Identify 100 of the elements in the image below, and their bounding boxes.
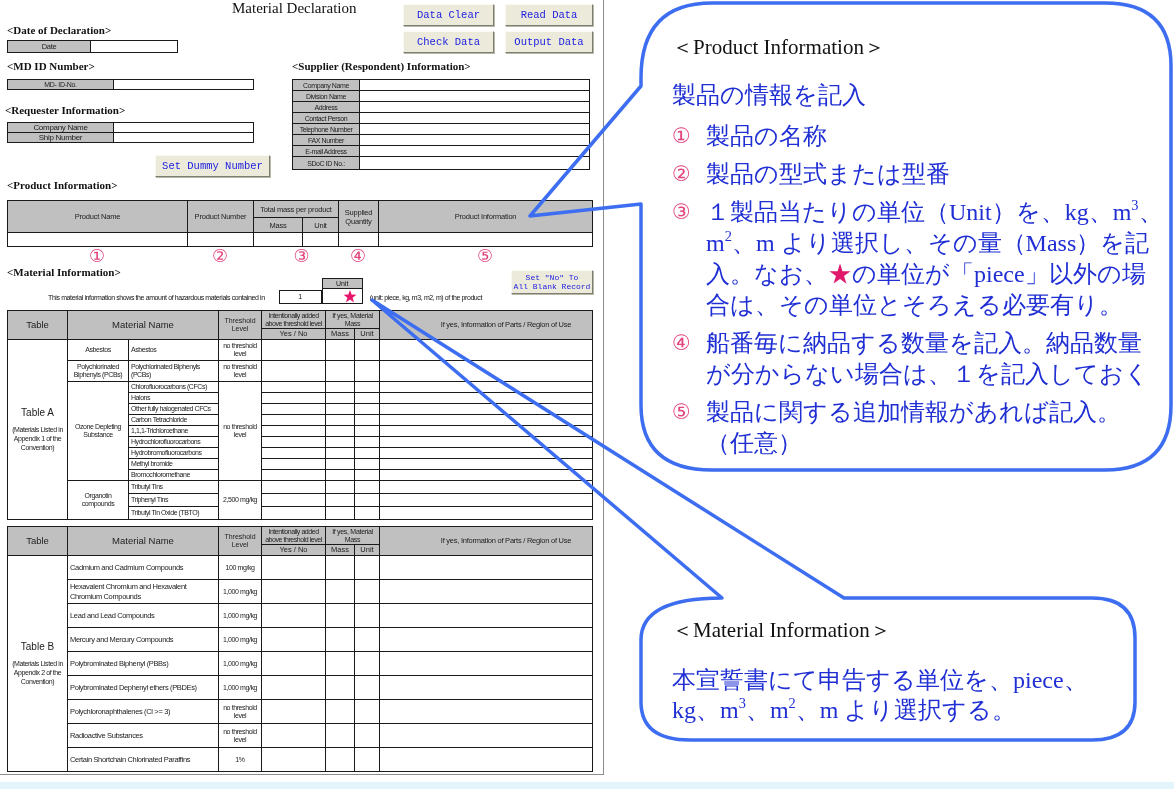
input-field[interactable] — [261, 480, 326, 494]
input-field[interactable] — [325, 436, 355, 448]
input-field[interactable] — [113, 122, 254, 133]
input-field[interactable] — [354, 675, 380, 700]
set-dummy-button[interactable]: Set Dummy Number — [155, 155, 270, 177]
input-field[interactable] — [354, 339, 380, 361]
input-field[interactable] — [325, 447, 355, 459]
input-field[interactable] — [359, 123, 590, 135]
input-field[interactable] — [354, 403, 380, 415]
input-field[interactable] — [354, 447, 380, 459]
input-field[interactable] — [379, 506, 593, 520]
input-field[interactable] — [379, 425, 593, 437]
input-field[interactable] — [379, 392, 593, 404]
input-field[interactable] — [354, 651, 380, 676]
input-field[interactable] — [379, 458, 593, 470]
input-field[interactable] — [325, 381, 355, 393]
input-field[interactable] — [379, 675, 593, 700]
input-field[interactable] — [354, 699, 380, 724]
input-field[interactable] — [379, 723, 593, 748]
input-field[interactable] — [325, 651, 355, 676]
input-field[interactable] — [354, 480, 380, 494]
input-field[interactable] — [261, 723, 326, 748]
action-button[interactable]: Check Data — [403, 31, 494, 53]
input-field[interactable] — [325, 403, 355, 415]
input-field[interactable] — [379, 699, 593, 724]
input-field[interactable] — [261, 493, 326, 507]
input-field[interactable] — [325, 392, 355, 404]
input-field[interactable] — [379, 381, 593, 393]
input-field[interactable] — [354, 458, 380, 470]
input-field[interactable] — [359, 101, 590, 113]
input-field[interactable] — [261, 675, 326, 700]
input-field[interactable] — [354, 469, 380, 481]
input-field[interactable] — [325, 579, 355, 604]
input-field[interactable] — [379, 360, 593, 382]
input-field[interactable] — [325, 425, 355, 437]
input-field[interactable] — [90, 40, 178, 53]
input-field[interactable] — [379, 339, 593, 361]
action-button[interactable]: Output Data — [505, 31, 593, 53]
input-field[interactable] — [325, 458, 355, 470]
input-field[interactable] — [359, 112, 590, 124]
input-field[interactable] — [379, 651, 593, 676]
input-field[interactable] — [325, 627, 355, 652]
input-field[interactable] — [325, 469, 355, 481]
input-field[interactable] — [261, 579, 326, 604]
input-field[interactable] — [261, 506, 326, 520]
input-field[interactable] — [261, 414, 326, 426]
input-field[interactable] — [325, 699, 355, 724]
input-field[interactable] — [325, 723, 355, 748]
input-field[interactable] — [261, 469, 326, 481]
input-field[interactable] — [379, 480, 593, 494]
input-field[interactable] — [354, 555, 380, 580]
input-field[interactable] — [379, 627, 593, 652]
action-button[interactable]: Read Data — [505, 4, 593, 26]
input-field[interactable] — [379, 603, 593, 628]
input-field[interactable] — [325, 603, 355, 628]
input-field[interactable] — [325, 506, 355, 520]
input-field[interactable] — [261, 392, 326, 404]
input-field[interactable] — [354, 506, 380, 520]
input-field[interactable] — [354, 436, 380, 448]
input-field[interactable] — [354, 493, 380, 507]
input-field[interactable] — [261, 555, 326, 580]
input-field[interactable] — [354, 360, 380, 382]
input-field[interactable] — [325, 414, 355, 426]
input-field[interactable] — [261, 360, 326, 382]
input-field[interactable] — [325, 339, 355, 361]
input-field[interactable] — [379, 414, 593, 426]
input-field[interactable] — [261, 699, 326, 724]
input-field[interactable] — [379, 555, 593, 580]
input-field[interactable] — [261, 747, 326, 772]
input-field[interactable] — [325, 360, 355, 382]
input-field[interactable] — [379, 469, 593, 481]
input-field[interactable] — [354, 414, 380, 426]
input-field[interactable] — [354, 747, 380, 772]
input-field[interactable] — [261, 627, 326, 652]
input-field[interactable] — [354, 392, 380, 404]
input-field[interactable] — [379, 579, 593, 604]
input-field[interactable] — [261, 381, 326, 393]
input-field[interactable] — [261, 403, 326, 415]
input-field[interactable] — [379, 447, 593, 459]
input-field[interactable] — [325, 555, 355, 580]
input-field[interactable] — [359, 79, 590, 91]
input-field[interactable] — [379, 493, 593, 507]
input-field[interactable] — [113, 132, 254, 143]
action-button[interactable]: Data Clear — [403, 4, 494, 26]
input-field[interactable] — [261, 425, 326, 437]
input-field[interactable] — [379, 747, 593, 772]
input-field[interactable] — [359, 156, 590, 170]
input-field[interactable] — [354, 579, 380, 604]
input-field[interactable] — [321, 288, 363, 304]
input-field[interactable] — [354, 425, 380, 437]
input-field[interactable] — [325, 675, 355, 700]
input-field[interactable] — [113, 79, 254, 90]
input-field[interactable] — [261, 436, 326, 448]
input-field[interactable] — [379, 403, 593, 415]
set-no-button[interactable]: Set "No" To All Blank Record — [511, 270, 593, 294]
input-field[interactable] — [354, 627, 380, 652]
input-field[interactable] — [261, 339, 326, 361]
input-field[interactable] — [325, 480, 355, 494]
input-field[interactable] — [261, 458, 326, 470]
input-field[interactable] — [325, 493, 355, 507]
